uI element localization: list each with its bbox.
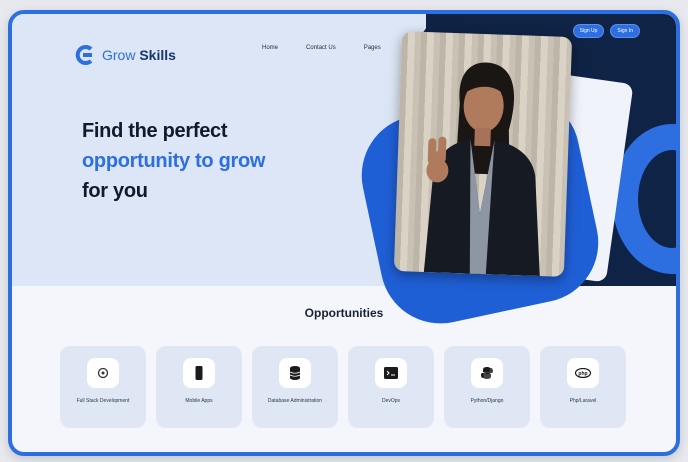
opportunity-card-mobile-apps[interactable]: Mobile Apps: [156, 346, 242, 428]
opportunity-card-php[interactable]: php Php/Laravel: [540, 346, 626, 428]
opportunity-label: Mobile Apps: [185, 398, 213, 404]
code-gear-icon: [87, 358, 119, 388]
opportunity-card-full-stack[interactable]: Full Stack Development: [60, 346, 146, 428]
hero-section: Grow Skills Home Contact Us Pages Sign U…: [12, 14, 676, 335]
brand-name-part1: Grow: [102, 47, 136, 63]
hero-line-1: Find the perfect: [82, 120, 228, 142]
python-icon: [471, 358, 503, 388]
hero-headline: Find the perfect opportunity to grow for…: [82, 116, 265, 206]
nav-item-pages[interactable]: Pages: [364, 43, 381, 53]
sign-up-button[interactable]: Sign Up: [572, 24, 605, 38]
sign-in-button[interactable]: Sign In: [610, 24, 640, 38]
php-icon: php: [567, 358, 599, 388]
opportunity-label: Database Administration: [267, 398, 323, 404]
svg-text:php: php: [578, 371, 587, 377]
opportunity-label: Php/Laravel: [569, 398, 597, 404]
brand-name: Grow Skills: [102, 47, 176, 63]
phone-icon: [183, 358, 215, 388]
browser-frame: Grow Skills Home Contact Us Pages Sign U…: [8, 10, 680, 456]
grow-skills-logo-icon: [75, 45, 93, 65]
hero-line-2: opportunity to grow: [82, 150, 266, 172]
opportunities-title: Opportunities: [304, 306, 384, 320]
opportunity-label: DevOps: [381, 398, 401, 404]
brand-logo[interactable]: Grow Skills: [74, 44, 176, 66]
hero-line-3: for you: [82, 180, 148, 202]
nav-item-home[interactable]: Home: [262, 43, 278, 53]
hero-photo: [393, 31, 573, 277]
opportunity-card-database[interactable]: Database Administration: [252, 346, 338, 428]
opportunity-label: Python/Django: [470, 398, 504, 404]
brand-name-part2: Skills: [139, 47, 176, 63]
main-nav: Home Contact Us Pages: [262, 43, 381, 53]
nav-item-contact-us[interactable]: Contact Us: [306, 43, 336, 53]
devops-icon: [375, 358, 407, 388]
opportunity-label: Full Stack Development: [76, 398, 130, 404]
opportunity-card-devops[interactable]: DevOps: [348, 346, 434, 428]
opportunity-card-python[interactable]: Python/Django: [444, 346, 530, 428]
auth-buttons: Sign Up Sign In: [572, 24, 640, 38]
database-icon: [279, 358, 311, 388]
opportunity-cards: Full Stack Development Mobile Apps Datab…: [60, 346, 626, 428]
